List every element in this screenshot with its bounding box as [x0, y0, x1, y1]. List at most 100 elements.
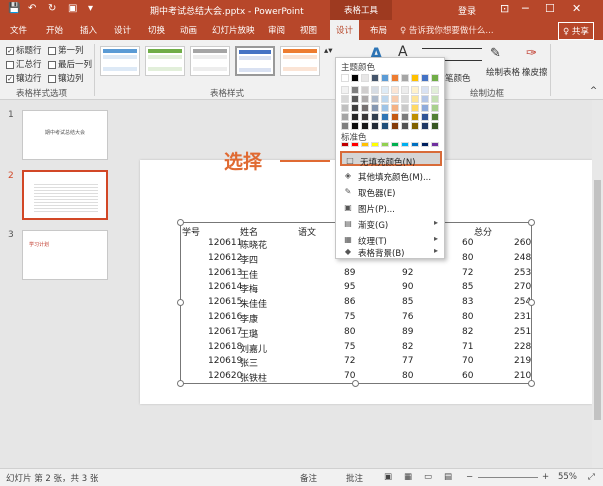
sign-in-link[interactable]: 登录	[458, 4, 476, 17]
resize-handle[interactable]	[528, 219, 535, 226]
color-swatch[interactable]	[341, 104, 349, 112]
color-swatch[interactable]	[341, 86, 349, 94]
table-cell[interactable]: 83	[462, 297, 473, 307]
table-cell[interactable]: 120613	[208, 268, 242, 278]
color-swatch[interactable]	[361, 122, 369, 130]
standard-color-swatch[interactable]	[421, 142, 429, 147]
option-total-row[interactable]: 汇总行	[6, 58, 42, 70]
color-swatch[interactable]	[421, 122, 429, 130]
color-swatch[interactable]	[411, 86, 419, 94]
zoom-in-icon[interactable]: +	[542, 472, 549, 482]
color-swatch[interactable]	[351, 95, 359, 103]
close-icon[interactable]: ✕	[572, 2, 581, 15]
scrollbar-thumb[interactable]	[594, 180, 601, 420]
color-swatch[interactable]	[381, 74, 389, 82]
table-cell[interactable]: 120612	[208, 253, 242, 263]
option-banded-columns[interactable]: 镶边列	[48, 72, 84, 84]
color-swatch[interactable]	[371, 113, 379, 121]
fit-slide-icon[interactable]: ⤢	[588, 472, 595, 482]
table-cell[interactable]: 李四	[240, 253, 258, 266]
color-swatch[interactable]	[351, 86, 359, 94]
table-cell[interactable]: 120616	[208, 312, 242, 322]
color-swatch[interactable]	[371, 74, 379, 82]
tell-me-search[interactable]: ♀ 告诉我你想要做什么...	[400, 24, 494, 36]
table-cell[interactable]: 72	[344, 356, 355, 366]
table-cell[interactable]: 陈晓花	[240, 238, 267, 251]
notes-button[interactable]: 备注	[300, 472, 317, 484]
table-cell[interactable]: 75	[344, 342, 355, 352]
color-swatch[interactable]	[391, 122, 399, 130]
more-fill-colors-option[interactable]: ◈ 其他填充颜色(M)...	[340, 168, 442, 183]
color-swatch[interactable]	[431, 95, 439, 103]
eraser-label[interactable]: 橡皮擦	[522, 66, 548, 78]
standard-color-swatch[interactable]	[411, 142, 419, 147]
color-swatch[interactable]	[421, 74, 429, 82]
standard-color-swatch[interactable]	[381, 142, 389, 147]
resize-handle[interactable]	[177, 299, 184, 306]
color-swatch[interactable]	[411, 104, 419, 112]
color-swatch[interactable]	[361, 95, 369, 103]
table-cell[interactable]: 张三	[240, 356, 258, 369]
tab-design[interactable]: 设计	[114, 24, 131, 36]
tab-file[interactable]: 文件	[10, 24, 27, 36]
standard-color-swatch[interactable]	[361, 142, 369, 147]
color-swatch[interactable]	[431, 86, 439, 94]
sorter-view-icon[interactable]: ▦	[404, 472, 412, 482]
color-swatch[interactable]	[381, 104, 389, 112]
normal-view-icon[interactable]: ▣	[384, 472, 392, 482]
table-cell[interactable]: 120620	[208, 371, 242, 381]
tab-slideshow[interactable]: 幻灯片放映	[212, 24, 255, 36]
undo-icon[interactable]: ↶	[28, 3, 36, 14]
color-swatch[interactable]	[371, 95, 379, 103]
color-swatch[interactable]	[411, 95, 419, 103]
standard-color-swatch[interactable]	[341, 142, 349, 147]
tab-review[interactable]: 审阅	[268, 24, 285, 36]
color-swatch[interactable]	[391, 95, 399, 103]
table-cell[interactable]: 李康	[240, 312, 258, 325]
color-swatch[interactable]	[361, 86, 369, 94]
color-swatch[interactable]	[341, 95, 349, 103]
table-cell[interactable]: 82	[402, 342, 413, 352]
table-cell[interactable]: 王佳	[240, 268, 258, 281]
table-cell[interactable]: 120618	[208, 342, 242, 352]
table-cell[interactable]: 60	[462, 238, 473, 248]
reading-view-icon[interactable]: ▭	[424, 472, 432, 482]
color-swatch[interactable]	[431, 104, 439, 112]
resize-handle[interactable]	[177, 219, 184, 226]
resize-handle[interactable]	[352, 380, 359, 387]
option-first-column[interactable]: 第一列	[48, 44, 84, 56]
table-cell[interactable]: 86	[344, 297, 355, 307]
option-header-row[interactable]: ✓ 标题行	[6, 44, 42, 56]
color-swatch[interactable]	[361, 113, 369, 121]
zoom-out-icon[interactable]: −	[466, 472, 473, 482]
pen-style-line[interactable]	[422, 48, 482, 49]
table-cell[interactable]: 71	[462, 342, 473, 352]
table-cell[interactable]: 228	[514, 342, 531, 352]
color-swatch[interactable]	[351, 113, 359, 121]
color-swatch[interactable]	[401, 86, 409, 94]
slide-thumbnail-1[interactable]: 期中考试总结大会	[22, 110, 108, 160]
color-swatch[interactable]	[361, 104, 369, 112]
table-cell[interactable]: 李梅	[240, 282, 258, 295]
color-swatch[interactable]	[371, 104, 379, 112]
color-swatch[interactable]	[341, 113, 349, 121]
tab-transitions[interactable]: 切换	[148, 24, 165, 36]
color-swatch[interactable]	[401, 113, 409, 121]
color-swatch[interactable]	[391, 74, 399, 82]
table-cell[interactable]: 77	[402, 356, 413, 366]
color-swatch[interactable]	[391, 86, 399, 94]
color-swatch[interactable]	[391, 104, 399, 112]
collapse-ribbon-icon[interactable]: ^	[590, 86, 597, 96]
vertical-scrollbar[interactable]	[592, 100, 603, 468]
standard-color-swatch[interactable]	[351, 142, 359, 147]
table-cell[interactable]: 80	[462, 253, 473, 263]
table-style-1[interactable]	[100, 46, 140, 76]
standard-color-swatch[interactable]	[431, 142, 439, 147]
table-cell[interactable]: 89	[402, 327, 413, 337]
color-swatch[interactable]	[431, 122, 439, 130]
color-swatch[interactable]	[401, 104, 409, 112]
color-swatch[interactable]	[351, 74, 359, 82]
table-cell[interactable]: 231	[514, 312, 531, 322]
tab-view[interactable]: 视图	[300, 24, 317, 36]
comments-button[interactable]: 批注	[346, 472, 363, 484]
